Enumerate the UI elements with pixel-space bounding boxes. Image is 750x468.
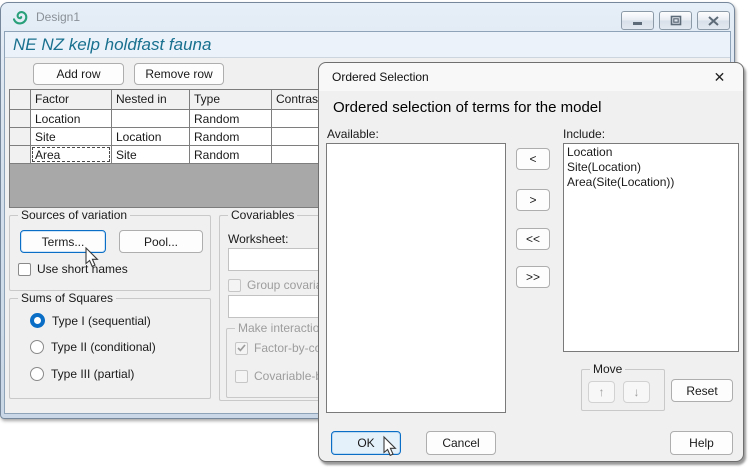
cell-type[interactable]: Random bbox=[190, 110, 272, 128]
arrow-down-icon: ↓ bbox=[634, 385, 640, 399]
ok-button[interactable]: OK bbox=[331, 431, 401, 455]
row-selector[interactable] bbox=[10, 110, 31, 128]
list-item[interactable]: Site(Location) bbox=[564, 160, 738, 175]
cell-type[interactable]: Random bbox=[190, 128, 272, 146]
reset-button[interactable]: Reset bbox=[671, 379, 733, 402]
column-header-nested-in: Nested in bbox=[112, 90, 190, 110]
pool-button[interactable]: Pool... bbox=[119, 230, 203, 253]
checkbox-icon bbox=[18, 263, 31, 276]
group-covariables-checkbox[interactable]: Group covariabl bbox=[228, 278, 332, 292]
cell-factor[interactable]: Site bbox=[31, 128, 112, 146]
restore-icon bbox=[670, 15, 682, 26]
cell-type[interactable]: Random bbox=[190, 146, 272, 164]
help-button[interactable]: Help bbox=[670, 431, 733, 455]
primer-spiral-icon bbox=[13, 9, 29, 25]
move-right-button[interactable]: > bbox=[516, 189, 550, 211]
arrow-up-icon: ↑ bbox=[599, 385, 605, 399]
covariable-by-covariable-checkbox[interactable]: Covariable-by bbox=[235, 369, 328, 383]
move-group: Move ↑ ↓ bbox=[581, 369, 665, 411]
list-item[interactable]: Area(Site(Location)) bbox=[564, 175, 738, 190]
radio-icon bbox=[30, 340, 44, 354]
radio-type3-partial[interactable]: Type III (partial) bbox=[30, 367, 134, 381]
include-label: Include: bbox=[563, 127, 605, 141]
move-all-right-button[interactable]: >> bbox=[516, 266, 550, 288]
factor-by-covariable-label: Factor-by-cov bbox=[254, 341, 327, 355]
sources-of-variation-label: Sources of variation bbox=[18, 208, 130, 222]
checkbox-icon bbox=[235, 370, 248, 383]
factor-by-covariable-checkbox[interactable]: Factor-by-cov bbox=[235, 341, 327, 355]
row-selector[interactable] bbox=[10, 128, 31, 146]
cell-factor-selected[interactable]: Area bbox=[31, 146, 112, 164]
use-short-names-label: Use short names bbox=[37, 262, 128, 276]
dialog-close-button[interactable]: ✕ bbox=[697, 64, 742, 90]
design-window-titlebar[interactable]: Design1 bbox=[1, 3, 734, 31]
use-short-names-checkbox[interactable]: Use short names bbox=[18, 262, 128, 276]
restore-button[interactable] bbox=[659, 11, 692, 30]
radio-type1-sequential[interactable]: Type I (sequential) bbox=[30, 313, 151, 328]
terms-button[interactable]: Terms... bbox=[20, 230, 106, 253]
cell-nested-in[interactable] bbox=[112, 110, 190, 128]
column-header-factor: Factor bbox=[31, 90, 112, 110]
radio-icon bbox=[30, 367, 44, 381]
add-row-button[interactable]: Add row bbox=[33, 63, 124, 85]
checkbox-icon bbox=[228, 279, 241, 292]
dialog-titlebar[interactable]: Ordered Selection bbox=[319, 63, 743, 91]
dialog-heading: Ordered selection of terms for the model bbox=[333, 99, 601, 116]
move-label: Move bbox=[590, 362, 625, 376]
window-title: Design1 bbox=[36, 10, 80, 24]
cell-nested-in[interactable]: Site bbox=[112, 146, 190, 164]
move-down-button[interactable]: ↓ bbox=[623, 381, 650, 403]
sources-of-variation-group: Sources of variation Terms... Pool... Us… bbox=[9, 215, 211, 291]
cancel-button[interactable]: Cancel bbox=[426, 431, 496, 455]
minimize-button[interactable] bbox=[621, 11, 654, 30]
available-listbox[interactable] bbox=[326, 143, 506, 413]
cell-nested-in[interactable]: Location bbox=[112, 128, 190, 146]
remove-row-button[interactable]: Remove row bbox=[134, 63, 224, 85]
column-header-type: Type bbox=[190, 90, 272, 110]
type1-label: Type I (sequential) bbox=[52, 314, 151, 328]
checkbox-checked-icon bbox=[235, 342, 248, 355]
available-label: Available: bbox=[327, 127, 379, 141]
document-title: NE NZ kelp holdfast fauna bbox=[13, 35, 211, 55]
worksheet-label: Worksheet: bbox=[228, 232, 288, 246]
cell-factor[interactable]: Location bbox=[31, 110, 112, 128]
covariable-by-covariable-label: Covariable-by bbox=[254, 369, 328, 383]
dialog-title: Ordered Selection bbox=[332, 70, 429, 84]
sums-of-squares-group: Sums of Squares Type I (sequential) Type… bbox=[9, 298, 211, 399]
grid-corner-cell bbox=[10, 90, 31, 110]
move-left-button[interactable]: < bbox=[516, 148, 550, 170]
close-icon bbox=[708, 16, 719, 26]
include-listbox[interactable]: Location Site(Location) Area(Site(Locati… bbox=[563, 143, 739, 352]
row-selector[interactable] bbox=[10, 146, 31, 164]
move-up-button[interactable]: ↑ bbox=[588, 381, 615, 403]
ordered-selection-dialog: Ordered Selection ✕ Ordered selection of… bbox=[318, 62, 744, 462]
close-icon: ✕ bbox=[714, 69, 726, 86]
type2-label: Type II (conditional) bbox=[51, 340, 156, 354]
type3-label: Type III (partial) bbox=[51, 367, 134, 381]
minimize-icon bbox=[632, 16, 644, 26]
document-header: NE NZ kelp holdfast fauna bbox=[5, 32, 730, 58]
sums-of-squares-label: Sums of Squares bbox=[18, 291, 116, 305]
covariables-label: Covariables bbox=[228, 208, 297, 222]
move-all-left-button[interactable]: << bbox=[516, 228, 550, 250]
close-button[interactable] bbox=[697, 11, 730, 30]
radio-selected-icon bbox=[30, 313, 45, 328]
list-item[interactable]: Location bbox=[564, 145, 738, 160]
radio-type2-conditional[interactable]: Type II (conditional) bbox=[30, 340, 156, 354]
